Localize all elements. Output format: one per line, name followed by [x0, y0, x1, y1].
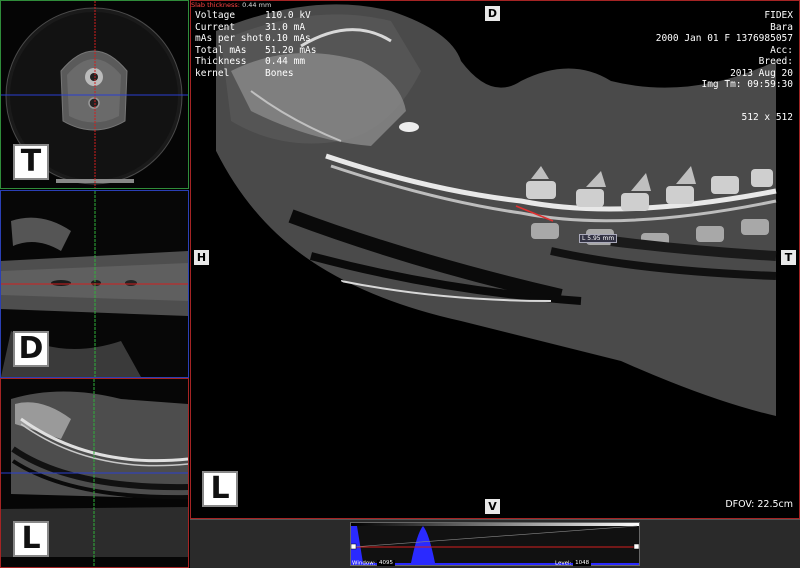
acq-row-current: Current 31.0 mA — [195, 21, 306, 33]
dorsal-viewport[interactable]: D — [0, 190, 189, 378]
acq-row-kernel: kernel Bones — [195, 67, 294, 79]
orientation-badge-axial: T — [13, 144, 49, 180]
patient-overlay: FIDEX Bara 2000 Jan 01 F 1376985057 Acc:… — [656, 10, 793, 91]
lateral-viewport[interactable]: L — [0, 378, 189, 568]
orientation-left-marker: H — [194, 250, 209, 265]
level-readout: Level: 1048 — [555, 560, 592, 567]
image-time: Img Tm: 09:59:30 — [701, 79, 793, 90]
acq-row-voltage: Voltage 110.0 kV — [195, 10, 311, 21]
study-date: 2013 Aug 20 — [730, 67, 793, 79]
acq-row-thickness: Thickness 0.44 mm — [195, 56, 306, 67]
window-min-handle[interactable] — [350, 543, 357, 550]
patient-dob-sex-id: 2000 Jan 01 F 1376985057 — [655, 33, 793, 44]
institution-name: FIDEX — [764, 10, 793, 21]
slab-thickness-label: Slab thickness: 0.44 mm — [191, 1, 272, 9]
patient-name: Bara — [770, 21, 793, 33]
matrix-size: 512 x 512 — [741, 112, 793, 123]
window-level-histogram[interactable]: Window: 4095 Level: 1048 — [190, 519, 800, 568]
histogram-graph — [350, 523, 640, 565]
orientation-badge-main: L — [202, 471, 238, 507]
measurement-label[interactable]: L 5.95 mm — [579, 234, 618, 243]
orientation-top-marker: D — [485, 6, 500, 21]
acquisition-overlay: Voltage 110.0 kV Current 31.0 mA mAs per s… — [195, 10, 316, 79]
histogram-footer: Window: 4095 Level: 1048 — [350, 560, 640, 568]
accession-label: Acc: — [770, 44, 793, 56]
acq-row-total-mas: Total mAs 51.20 mAs — [195, 44, 317, 56]
window-max-handle[interactable] — [633, 543, 640, 550]
orientation-bottom-marker: V — [485, 499, 500, 514]
window-readout: Window: 4095 — [352, 560, 395, 567]
main-sagittal-viewport[interactable]: Slab thickness: 0.44 mm Voltage 110.0 kV … — [190, 0, 800, 519]
orientation-right-marker: T — [781, 250, 796, 265]
axial-viewport[interactable]: T — [0, 0, 189, 189]
acq-row-mas-per-shot: mAs per shot 0.10 mAs — [195, 33, 311, 44]
orientation-badge-dorsal: D — [13, 331, 49, 367]
breed-label: Breed: — [758, 56, 793, 67]
orientation-badge-lateral: L — [13, 521, 49, 557]
dfov-label: DFOV: 22.5cm — [725, 499, 793, 510]
